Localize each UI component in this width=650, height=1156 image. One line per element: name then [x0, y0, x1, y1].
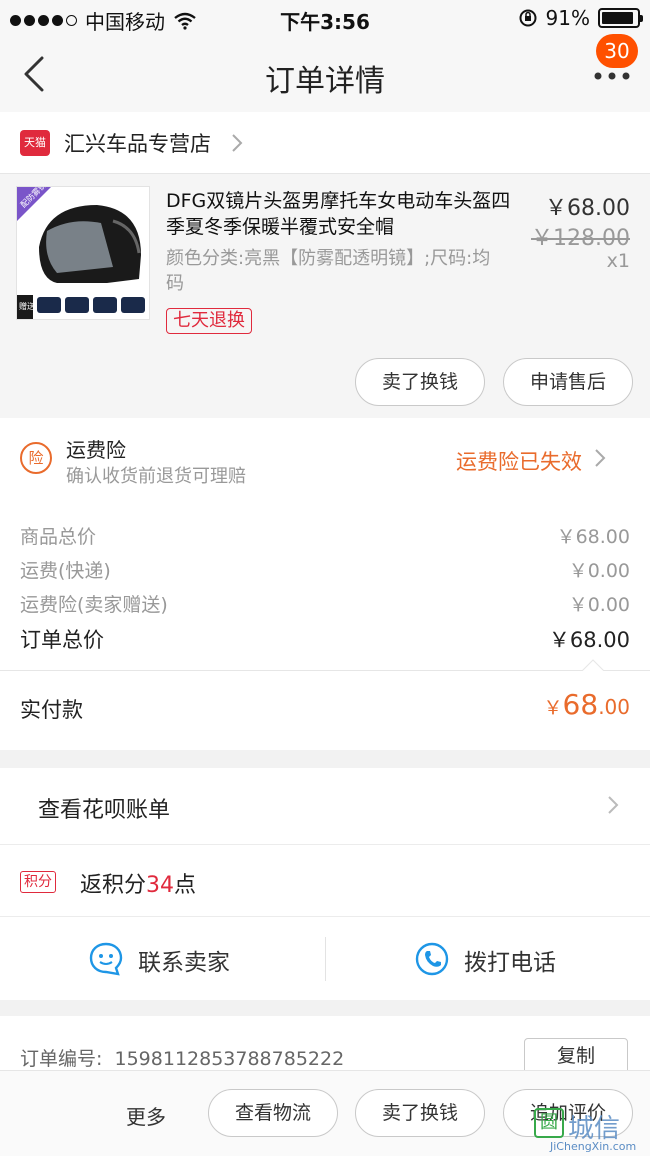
- price-row-value: ￥0.00: [568, 594, 630, 616]
- points-row: 积分 返积分34点: [0, 844, 650, 916]
- chevron-right-icon: [608, 796, 619, 814]
- phone-icon: [415, 942, 449, 976]
- more-button[interactable]: 更多: [126, 1101, 166, 1130]
- contact-seller-label: 联系卖家: [138, 950, 230, 976]
- huabei-bill-row[interactable]: 查看花呗账单: [0, 768, 650, 844]
- caret-up-icon: [582, 659, 604, 671]
- insurance-status[interactable]: 运费险已失效: [456, 446, 582, 476]
- call-phone-button[interactable]: 拨打电话: [326, 917, 650, 1001]
- return-policy-tag: 七天退换: [166, 308, 252, 334]
- price-row-label: 运费(快递): [20, 560, 111, 582]
- price-row: 运费(快递) ￥0.00: [20, 556, 630, 583]
- paid-amount: ￥68.00: [543, 688, 630, 721]
- product-thumbnail[interactable]: 配防雾镜片 赠送: [16, 186, 150, 320]
- contact-seller-button[interactable]: 联系卖家: [0, 917, 325, 1001]
- order-total-value: ￥68.00: [548, 628, 630, 652]
- nav-bar: 订单详情 30: [0, 34, 650, 112]
- battery-icon: [598, 8, 643, 28]
- price-row-value: ￥68.00: [556, 526, 630, 548]
- battery-percent: 91%: [545, 6, 590, 30]
- paid-label: 实付款: [20, 698, 83, 722]
- order-number: 订单编号: 1598112853788785222: [20, 1048, 345, 1070]
- divider: [0, 670, 650, 671]
- svg-text:赠送: 赠送: [19, 301, 35, 311]
- price-row-label: 商品总价: [20, 526, 97, 548]
- points-number: 34: [146, 873, 175, 898]
- chevron-right-icon: [595, 449, 606, 467]
- price-summary: 险 运费险 确认收货前退货可理赔 运费险已失效 商品总价 ￥68.00 运费(快…: [0, 418, 650, 750]
- insurance-title: 运费险: [66, 438, 126, 462]
- product-price: ￥68.00: [545, 196, 630, 221]
- chat-bubble-icon: [89, 942, 123, 976]
- contact-bar: 联系卖家 拨打电话: [0, 916, 650, 1000]
- shop-header[interactable]: 天猫 汇兴车品专营店: [0, 112, 650, 174]
- product-item: 配防雾镜片 赠送 DFG双镜片头盔男摩托车女电动车头盔四季夏冬季保暖半覆式安全帽…: [0, 174, 650, 418]
- shop-name[interactable]: 汇兴车品专营店: [64, 128, 211, 158]
- more-dots-icon[interactable]: [592, 66, 632, 86]
- price-row-label: 运费险(卖家赠送): [20, 594, 168, 616]
- message-count-badge: 30: [596, 34, 638, 68]
- watermark-url: JiChengXin.com: [550, 1140, 637, 1153]
- watermark-logo: 圆: [534, 1108, 564, 1138]
- insurance-icon: 险: [20, 442, 52, 474]
- watermark: 圆 城信 JiChengXin.com: [530, 1106, 650, 1156]
- sell-button[interactable]: 卖了换钱: [355, 1089, 485, 1137]
- price-row: 运费险(卖家赠送) ￥0.00: [20, 590, 630, 617]
- product-original-price: ￥128.00: [531, 226, 630, 251]
- rotation-lock-icon: [519, 9, 537, 27]
- page-title: 订单详情: [265, 64, 385, 99]
- huabei-label[interactable]: 查看花呗账单: [38, 792, 170, 824]
- tmall-logo: 天猫: [20, 130, 50, 156]
- product-quantity: x1: [606, 250, 630, 272]
- order-total-row: 订单总价 ￥68.00: [20, 624, 630, 654]
- product-sku: 颜色分类:亮黑【防雾配透明镜】;尺码:均码: [166, 248, 491, 294]
- sell-button[interactable]: 卖了换钱: [355, 358, 485, 406]
- points-text: 返积分34点: [80, 873, 197, 898]
- order-total-label: 订单总价: [20, 628, 104, 652]
- points-badge: 积分: [20, 871, 56, 893]
- status-bar: 中国移动 下午3:56 91%: [0, 0, 650, 36]
- helmet-image: 配防雾镜片 赠送: [17, 187, 149, 319]
- chevron-right-icon: [232, 134, 243, 152]
- price-row: 商品总价 ￥68.00: [20, 522, 630, 549]
- insurance-subtitle: 确认收货前退货可理赔: [66, 466, 246, 487]
- price-row-value: ￥0.00: [568, 560, 630, 582]
- call-phone-label: 拨打电话: [464, 950, 556, 976]
- after-sale-button[interactable]: 申请售后: [503, 358, 633, 406]
- view-logistics-button[interactable]: 查看物流: [208, 1089, 338, 1137]
- product-title[interactable]: DFG双镜片头盔男摩托车女电动车头盔四季夏冬季保暖半覆式安全帽: [166, 188, 522, 240]
